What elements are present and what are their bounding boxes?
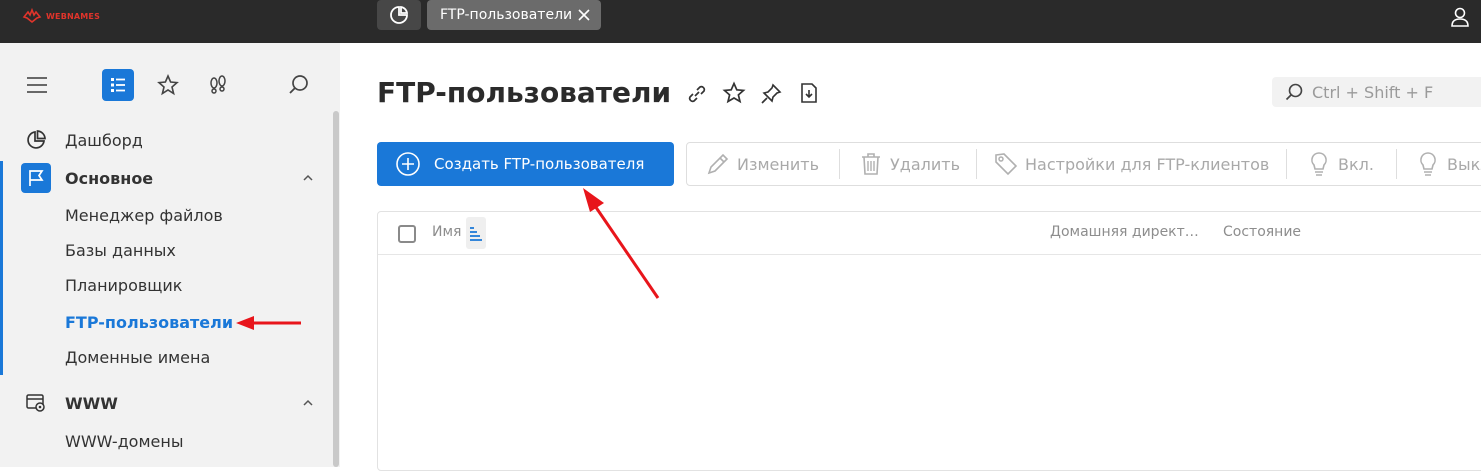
sidebar-scrollbar[interactable] xyxy=(333,111,339,467)
sort-ascending-icon[interactable] xyxy=(466,217,486,249)
logo-icon xyxy=(22,8,42,24)
create-ftp-user-label: Создать FTP-пользователя xyxy=(434,155,645,173)
sidebar-item-www-domains[interactable]: WWW-домены xyxy=(0,424,330,458)
column-header-name[interactable]: Имя xyxy=(432,224,461,240)
enable-button[interactable]: Вкл. xyxy=(1306,143,1374,185)
edit-label: Изменить xyxy=(737,154,819,174)
sidebar-item-databases[interactable]: Базы данных xyxy=(0,233,330,267)
toolbar-divider xyxy=(1286,149,1287,179)
sidebar-toolbar xyxy=(0,69,340,101)
sidebar-group-main[interactable]: Основное xyxy=(0,161,330,195)
close-icon[interactable] xyxy=(575,6,593,24)
ftp-client-settings-label: Настройки для FTP-клиентов xyxy=(1025,154,1270,174)
download-doc-icon[interactable] xyxy=(797,81,821,105)
lightbulb-off-icon xyxy=(1420,152,1436,176)
pie-chart-icon xyxy=(21,125,51,155)
star-icon[interactable] xyxy=(152,69,184,101)
sidebar-item-label: WWW-домены xyxy=(65,431,184,451)
user-icon[interactable] xyxy=(1449,6,1471,28)
ftp-client-settings-button[interactable]: Настройки для FTP-клиентов xyxy=(993,143,1269,185)
flag-icon xyxy=(21,163,51,193)
sidebar-item-ftp-users[interactable]: FTP-пользователи xyxy=(0,305,330,339)
menu-icon[interactable] xyxy=(21,69,53,101)
toolbar-divider xyxy=(976,149,977,179)
delete-button[interactable]: Удалить xyxy=(858,143,960,185)
search-placeholder: Ctrl + Shift + F xyxy=(1312,82,1434,102)
lightbulb-icon xyxy=(1311,152,1327,176)
toolbar-divider xyxy=(1396,149,1397,179)
link-icon[interactable] xyxy=(685,82,709,106)
toolbar-divider xyxy=(839,149,840,179)
delete-label: Удалить xyxy=(890,154,960,174)
logo-text: WEBNAMES xyxy=(46,11,101,21)
www-settings-icon xyxy=(21,388,51,418)
sidebar-item-label: Дашборд xyxy=(65,130,143,150)
edit-button[interactable]: Изменить xyxy=(705,143,819,185)
pencil-icon xyxy=(707,153,729,175)
sidebar-item-domains[interactable]: Доменные имена xyxy=(0,340,330,374)
tab-ftp-users-label: FTP-пользователи xyxy=(440,7,573,23)
footprints-icon[interactable] xyxy=(202,69,234,101)
chevron-up-icon[interactable] xyxy=(302,397,314,409)
search-icon xyxy=(1285,83,1303,101)
sidebar-item-label: Базы данных xyxy=(65,240,176,260)
ftp-users-table: Имя Домашняя директ… Состояние xyxy=(377,211,1481,471)
sidebar: Дашборд Основное Менеджер файлов Базы да… xyxy=(0,43,340,467)
sidebar-group-www[interactable]: WWW xyxy=(0,386,330,420)
list-view-icon[interactable] xyxy=(102,69,134,101)
chevron-up-icon[interactable] xyxy=(302,172,314,184)
trash-icon xyxy=(862,153,880,175)
page-title: FTP-пользователи xyxy=(377,76,672,109)
sidebar-item-scheduler[interactable]: Планировщик xyxy=(0,268,330,302)
global-search-input[interactable]: Ctrl + Shift + F xyxy=(1272,77,1481,107)
sidebar-item-dashboard[interactable]: Дашборд xyxy=(0,123,330,157)
column-header-home-dir[interactable]: Домашняя директ… xyxy=(1050,224,1199,240)
enable-label: Вкл. xyxy=(1338,154,1374,174)
action-toolbar: Изменить Удалить Настройки для FTP-клиен… xyxy=(686,142,1481,186)
sidebar-item-file-manager[interactable]: Менеджер файлов xyxy=(0,198,330,232)
disable-label: Выкл. xyxy=(1447,154,1481,174)
sidebar-item-label: Доменные имена xyxy=(65,347,211,367)
select-all-checkbox[interactable] xyxy=(398,225,416,243)
star-icon[interactable] xyxy=(722,81,746,105)
sidebar-item-label: Основное xyxy=(65,168,154,188)
search-icon[interactable] xyxy=(283,69,315,101)
top-bar: WEBNAMES FTP-пользователи xyxy=(0,0,1481,43)
create-ftp-user-button[interactable]: Создать FTP-пользователя xyxy=(377,142,674,186)
sidebar-item-label: WWW xyxy=(65,393,118,413)
column-header-status[interactable]: Состояние xyxy=(1223,224,1301,240)
sidebar-item-label: Менеджер файлов xyxy=(65,205,223,225)
sidebar-item-label: FTP-пользователи xyxy=(65,312,234,332)
sidebar-item-label: Планировщик xyxy=(65,275,183,295)
plus-circle-icon xyxy=(396,152,420,176)
table-header: Имя Домашняя директ… Состояние xyxy=(378,212,1481,255)
pie-chart-icon xyxy=(390,5,409,24)
tab-ftp-users[interactable]: FTP-пользователи xyxy=(427,0,601,30)
tag-icon xyxy=(995,153,1018,176)
logo[interactable]: WEBNAMES xyxy=(22,8,100,24)
pin-icon[interactable] xyxy=(759,82,783,106)
tab-dashboard[interactable] xyxy=(377,0,421,30)
disable-button[interactable]: Выкл. xyxy=(1415,143,1481,185)
